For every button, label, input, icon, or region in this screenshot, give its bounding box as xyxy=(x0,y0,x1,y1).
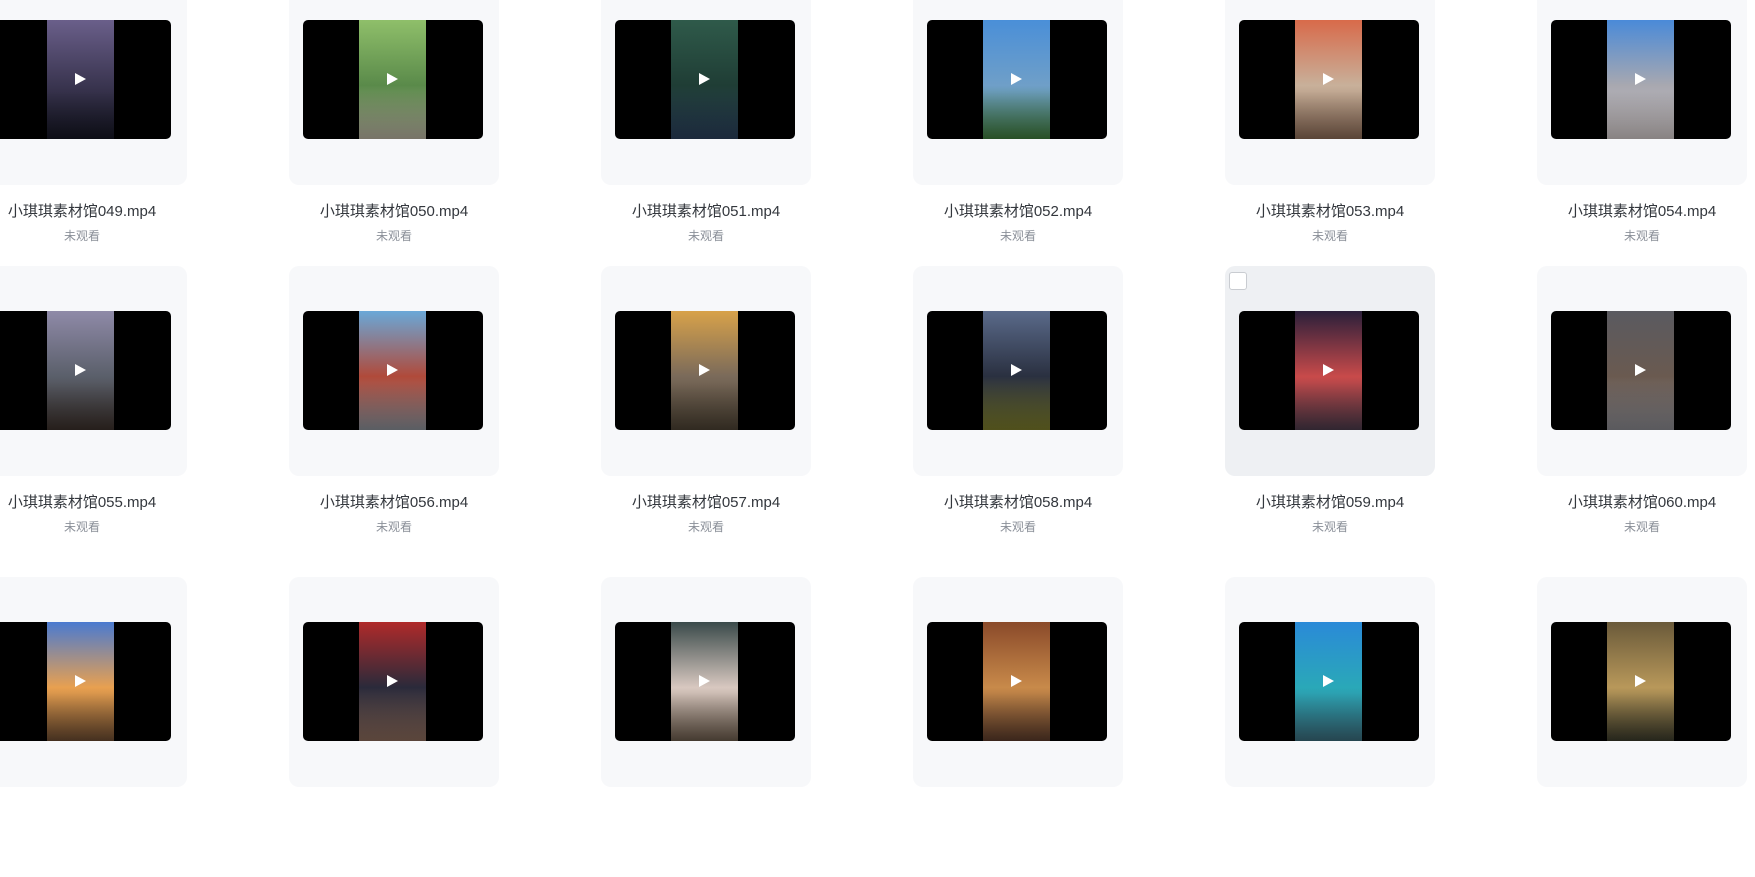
video-card[interactable] xyxy=(913,266,1123,476)
video-card[interactable] xyxy=(289,266,499,476)
file-name[interactable]: 小琪琪素材馆050.mp4 xyxy=(289,200,499,221)
watch-status: 未观看 xyxy=(375,520,412,534)
video-card[interactable] xyxy=(0,266,187,476)
video-thumbnail[interactable] xyxy=(1239,622,1419,741)
watch-status: 未观看 xyxy=(687,229,724,243)
watch-status: 未观看 xyxy=(1623,520,1660,534)
play-icon[interactable] xyxy=(1635,675,1646,687)
file-name[interactable]: 小琪琪素材馆060.mp4 xyxy=(1537,491,1747,512)
play-icon[interactable] xyxy=(387,364,398,376)
watch-status: 未观看 xyxy=(63,229,100,243)
video-thumbnail[interactable] xyxy=(0,20,171,139)
video-thumbnail[interactable] xyxy=(927,20,1107,139)
video-thumbnail[interactable] xyxy=(303,622,483,741)
video-item[interactable] xyxy=(601,577,813,877)
play-icon[interactable] xyxy=(75,675,86,687)
play-icon[interactable] xyxy=(1635,73,1646,85)
file-name[interactable]: 小琪琪素材馆057.mp4 xyxy=(601,491,811,512)
video-item[interactable] xyxy=(289,577,501,877)
video-card[interactable] xyxy=(1537,577,1747,787)
play-icon[interactable] xyxy=(1011,73,1022,85)
play-icon[interactable] xyxy=(1323,675,1334,687)
video-card[interactable] xyxy=(913,577,1123,787)
video-item[interactable]: 小琪琪素材馆056.mp4 未观看 xyxy=(289,266,501,566)
video-item[interactable]: 小琪琪素材馆051.mp4 未观看 xyxy=(601,0,813,275)
file-name[interactable]: 小琪琪素材馆051.mp4 xyxy=(601,200,811,221)
video-item[interactable]: 小琪琪素材馆057.mp4 未观看 xyxy=(601,266,813,566)
video-item[interactable]: 小琪琪素材馆052.mp4 未观看 xyxy=(913,0,1125,275)
watch-status: 未观看 xyxy=(999,229,1036,243)
play-icon[interactable] xyxy=(1323,73,1334,85)
watch-status: 未观看 xyxy=(375,229,412,243)
video-card[interactable] xyxy=(913,0,1123,185)
play-icon[interactable] xyxy=(1323,364,1334,376)
video-thumbnail[interactable] xyxy=(615,311,795,430)
video-card[interactable] xyxy=(1537,266,1747,476)
watch-status: 未观看 xyxy=(63,520,100,534)
video-thumbnail[interactable] xyxy=(927,622,1107,741)
video-card[interactable] xyxy=(0,0,187,185)
play-icon[interactable] xyxy=(1011,675,1022,687)
video-card[interactable] xyxy=(289,0,499,185)
file-name[interactable]: 小琪琪素材馆052.mp4 xyxy=(913,200,1123,221)
play-icon[interactable] xyxy=(1011,364,1022,376)
video-card[interactable] xyxy=(601,577,811,787)
file-name[interactable]: 小琪琪素材馆058.mp4 xyxy=(913,491,1123,512)
video-thumbnail[interactable] xyxy=(1239,20,1419,139)
video-item[interactable]: 小琪琪素材馆055.mp4 未观看 xyxy=(0,266,189,566)
watch-status: 未观看 xyxy=(1623,229,1660,243)
play-icon[interactable] xyxy=(387,675,398,687)
video-item[interactable]: 小琪琪素材馆059.mp4 未观看 xyxy=(1225,266,1437,566)
file-name[interactable]: 小琪琪素材馆049.mp4 xyxy=(0,200,187,221)
video-item[interactable] xyxy=(1225,577,1437,877)
play-icon[interactable] xyxy=(699,675,710,687)
video-card[interactable] xyxy=(289,577,499,787)
video-card[interactable] xyxy=(1225,266,1435,476)
watch-status: 未观看 xyxy=(687,520,724,534)
play-icon[interactable] xyxy=(699,73,710,85)
video-item[interactable]: 小琪琪素材馆054.mp4 未观看 xyxy=(1537,0,1749,275)
file-name[interactable]: 小琪琪素材馆054.mp4 xyxy=(1537,200,1747,221)
video-thumbnail[interactable] xyxy=(1239,311,1419,430)
video-item[interactable] xyxy=(0,577,189,877)
play-icon[interactable] xyxy=(387,73,398,85)
video-thumbnail[interactable] xyxy=(1551,622,1731,741)
file-name[interactable]: 小琪琪素材馆053.mp4 xyxy=(1225,200,1435,221)
play-icon[interactable] xyxy=(75,73,86,85)
video-card[interactable] xyxy=(1225,577,1435,787)
video-item[interactable]: 小琪琪素材馆053.mp4 未观看 xyxy=(1225,0,1437,275)
video-thumbnail[interactable] xyxy=(0,311,171,430)
video-item[interactable]: 小琪琪素材馆060.mp4 未观看 xyxy=(1537,266,1749,566)
video-thumbnail[interactable] xyxy=(303,311,483,430)
select-checkbox[interactable] xyxy=(1229,272,1247,290)
video-card[interactable] xyxy=(601,0,811,185)
video-item[interactable] xyxy=(1537,577,1749,877)
file-name[interactable]: 小琪琪素材馆059.mp4 xyxy=(1225,491,1435,512)
file-name[interactable]: 小琪琪素材馆055.mp4 xyxy=(0,491,187,512)
video-thumbnail[interactable] xyxy=(0,622,171,741)
video-thumbnail[interactable] xyxy=(615,622,795,741)
video-item[interactable]: 小琪琪素材馆049.mp4 未观看 xyxy=(0,0,189,275)
video-item[interactable]: 小琪琪素材馆058.mp4 未观看 xyxy=(913,266,1125,566)
watch-status: 未观看 xyxy=(1311,520,1348,534)
video-thumbnail[interactable] xyxy=(615,20,795,139)
video-card[interactable] xyxy=(1537,0,1747,185)
video-card[interactable] xyxy=(1225,0,1435,185)
video-thumbnail[interactable] xyxy=(1551,311,1731,430)
video-item[interactable] xyxy=(913,577,1125,877)
play-icon[interactable] xyxy=(699,364,710,376)
video-card[interactable] xyxy=(0,577,187,787)
video-item[interactable]: 小琪琪素材馆050.mp4 未观看 xyxy=(289,0,501,275)
watch-status: 未观看 xyxy=(1311,229,1348,243)
play-icon[interactable] xyxy=(75,364,86,376)
watch-status: 未观看 xyxy=(999,520,1036,534)
file-name[interactable]: 小琪琪素材馆056.mp4 xyxy=(289,491,499,512)
video-thumbnail[interactable] xyxy=(303,20,483,139)
video-thumbnail[interactable] xyxy=(1551,20,1731,139)
video-thumbnail[interactable] xyxy=(927,311,1107,430)
play-icon[interactable] xyxy=(1635,364,1646,376)
video-grid: 小琪琪素材馆049.mp4 未观看 小琪琪素材馆050.mp4 未观看 小琪琪素材馆05… xyxy=(0,0,1755,787)
video-card[interactable] xyxy=(601,266,811,476)
